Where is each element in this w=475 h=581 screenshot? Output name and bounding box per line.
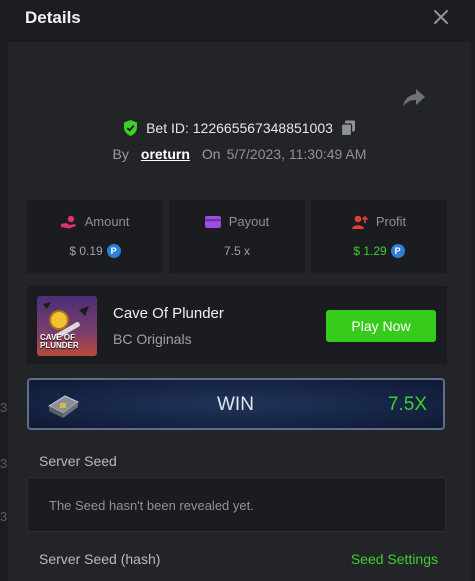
shield-check-icon <box>124 120 138 136</box>
server-seed-message: The Seed hasn't been revealed yet. <box>49 498 254 513</box>
bet-id: Bet ID: 122665567348851003 <box>146 120 333 136</box>
background-edge-left <box>0 0 8 581</box>
server-seed-label: Server Seed <box>39 453 117 469</box>
stat-payout: Payout 7.5 x <box>169 200 305 273</box>
game-name: Cave Of Plunder <box>113 305 224 322</box>
bet-stats: Amount $ 0.19 P Payout 7.5 x Profit $ 1.… <box>27 200 447 273</box>
stat-profit: Profit $ 1.29 P <box>311 200 447 273</box>
payout-value: 7.5 x <box>223 244 250 258</box>
result-multiplier: 7.5X <box>387 394 427 415</box>
background-digit: 3 <box>0 509 8 524</box>
coin-icon: P <box>390 244 405 258</box>
game-thumbnail-text: CAVE OF PLUNDER <box>40 334 79 350</box>
background-digit: 3 <box>0 456 8 471</box>
game-thumbnail[interactable]: CAVE OF PLUNDER <box>37 296 97 356</box>
hand-coin-icon <box>60 215 76 228</box>
close-icon[interactable] <box>431 7 451 27</box>
bet-date: 5/7/2023, 11:30:49 AM <box>226 146 367 162</box>
play-now-button[interactable]: Play Now <box>326 310 436 342</box>
seed-settings-link[interactable]: Seed Settings <box>351 551 438 567</box>
game-card: CAVE OF PLUNDER Cave Of Plunder BC Origi… <box>27 286 447 364</box>
payout-label: Payout <box>228 214 270 229</box>
treasure-chest-icon <box>47 392 79 418</box>
thumb-text-line: PLUNDER <box>40 341 79 350</box>
stat-amount: Amount $ 0.19 P <box>27 200 163 273</box>
server-seed-hash-label: Server Seed (hash) <box>39 551 161 567</box>
profit-value: $ 1.29 <box>353 244 387 258</box>
modal-header: Details <box>8 0 471 42</box>
server-seed-box: The Seed hasn't been revealed yet. <box>27 477 446 532</box>
bet-details-modal: Details Bet ID: 122665567348851003 By or… <box>8 0 471 581</box>
background-edge-right <box>471 0 475 581</box>
by-label: By <box>112 146 129 162</box>
bet-id-row: Bet ID: 122665567348851003 <box>8 118 471 138</box>
modal-title: Details <box>25 8 81 27</box>
coin-icon: P <box>106 244 121 258</box>
on-label: On <box>201 146 221 162</box>
amount-value: $ 0.19 <box>69 244 103 258</box>
background-digit: 3 <box>0 400 8 415</box>
game-provider: BC Originals <box>113 331 192 347</box>
copy-icon[interactable] <box>340 120 356 136</box>
profit-label: Profit <box>375 214 407 229</box>
wallet-icon <box>204 215 221 228</box>
share-icon[interactable] <box>401 86 427 110</box>
amount-label: Amount <box>84 214 130 229</box>
result-banner: WIN 7.5X <box>27 378 445 430</box>
bet-author-row: By oreturn On 5/7/2023, 11:30:49 AM <box>8 145 471 163</box>
result-label: WIN <box>217 394 254 415</box>
username-link[interactable]: oreturn <box>141 146 190 162</box>
user-profit-icon <box>351 215 368 229</box>
